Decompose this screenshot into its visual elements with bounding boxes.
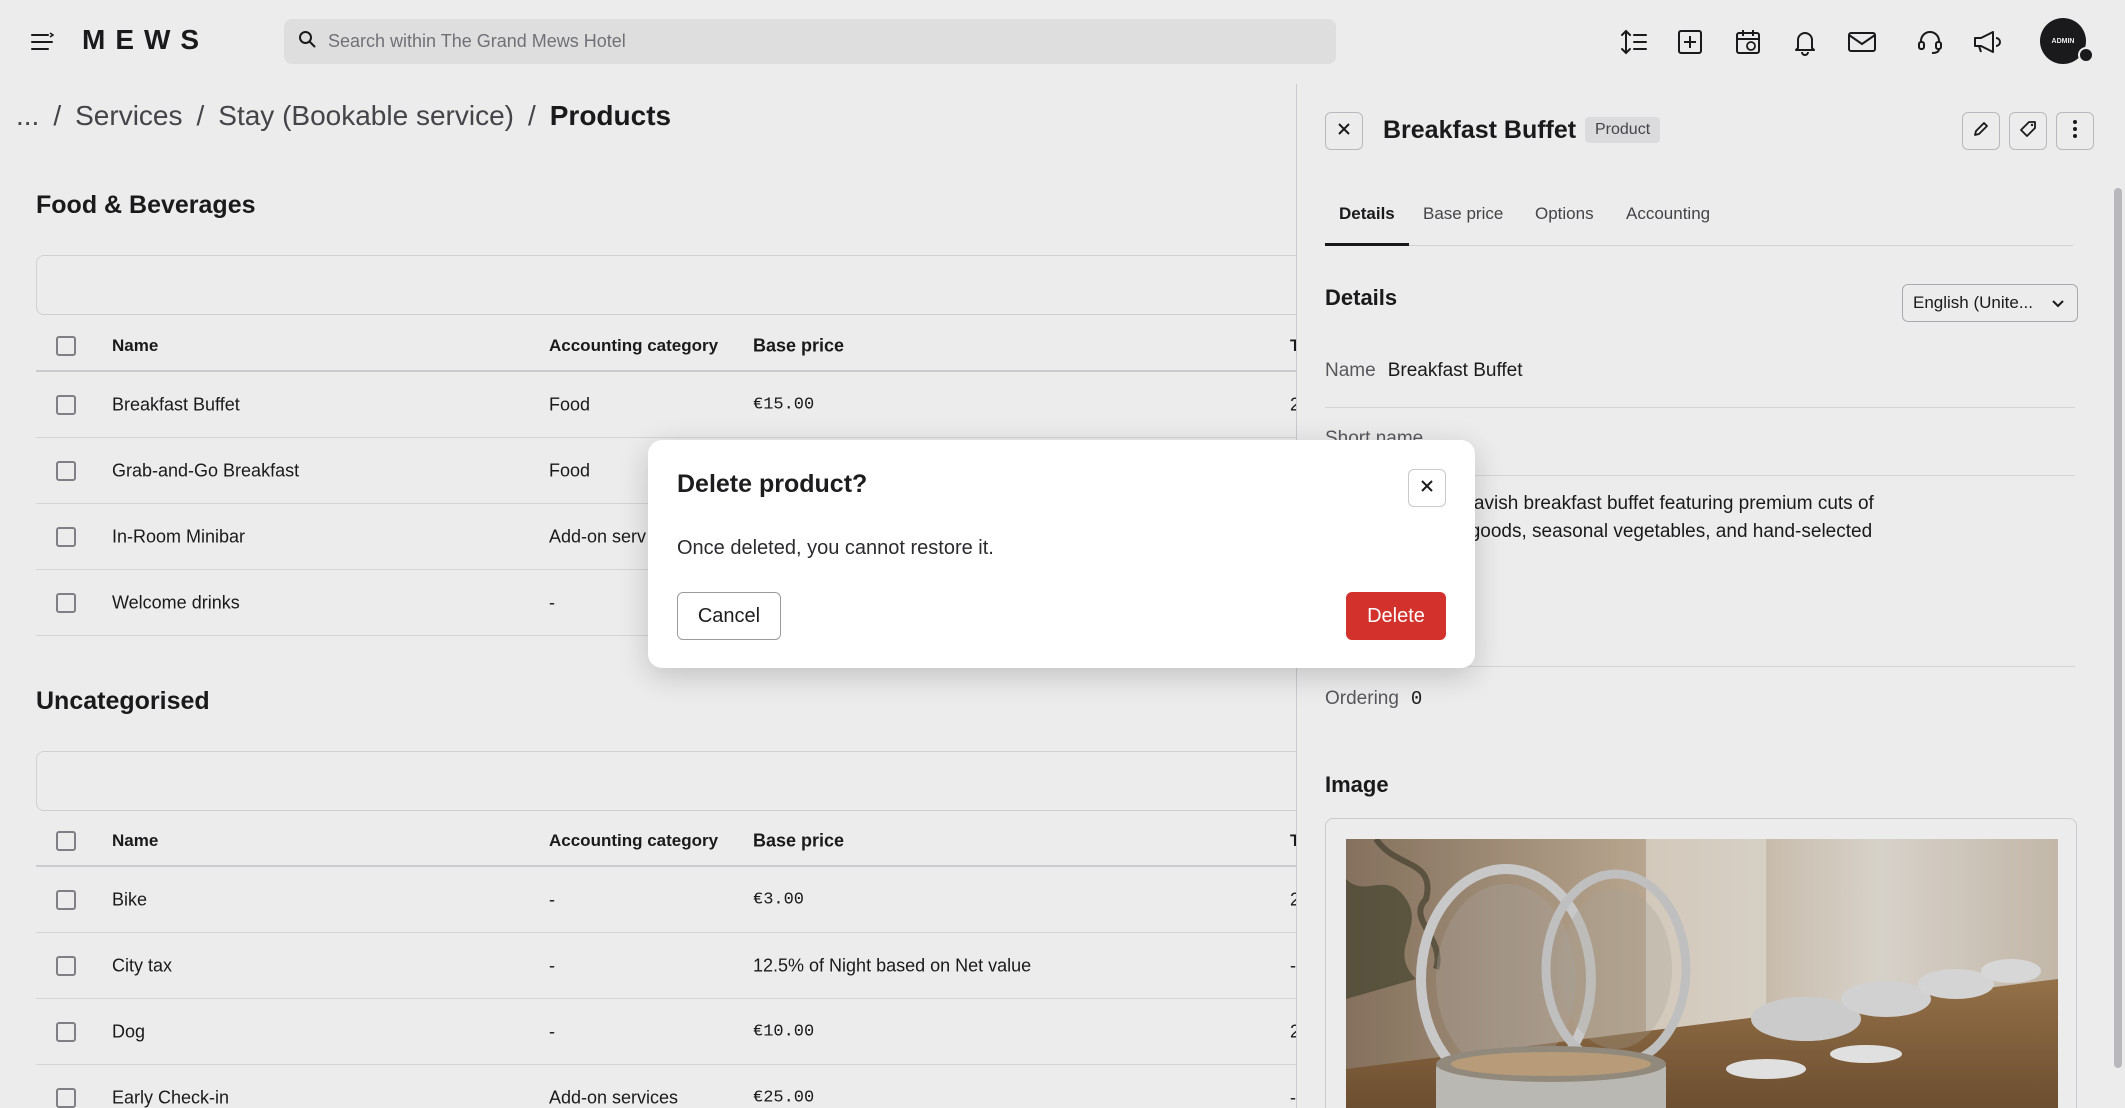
cancel-button[interactable]: Cancel: [677, 592, 781, 640]
delete-dialog: Delete product? Once deleted, you cannot…: [648, 440, 1475, 668]
close-icon: [1420, 479, 1434, 498]
dialog-close-button[interactable]: [1408, 469, 1446, 507]
dialog-message: Once deleted, you cannot restore it.: [677, 537, 994, 559]
dialog-title: Delete product?: [677, 470, 868, 498]
delete-button[interactable]: Delete: [1346, 592, 1446, 640]
